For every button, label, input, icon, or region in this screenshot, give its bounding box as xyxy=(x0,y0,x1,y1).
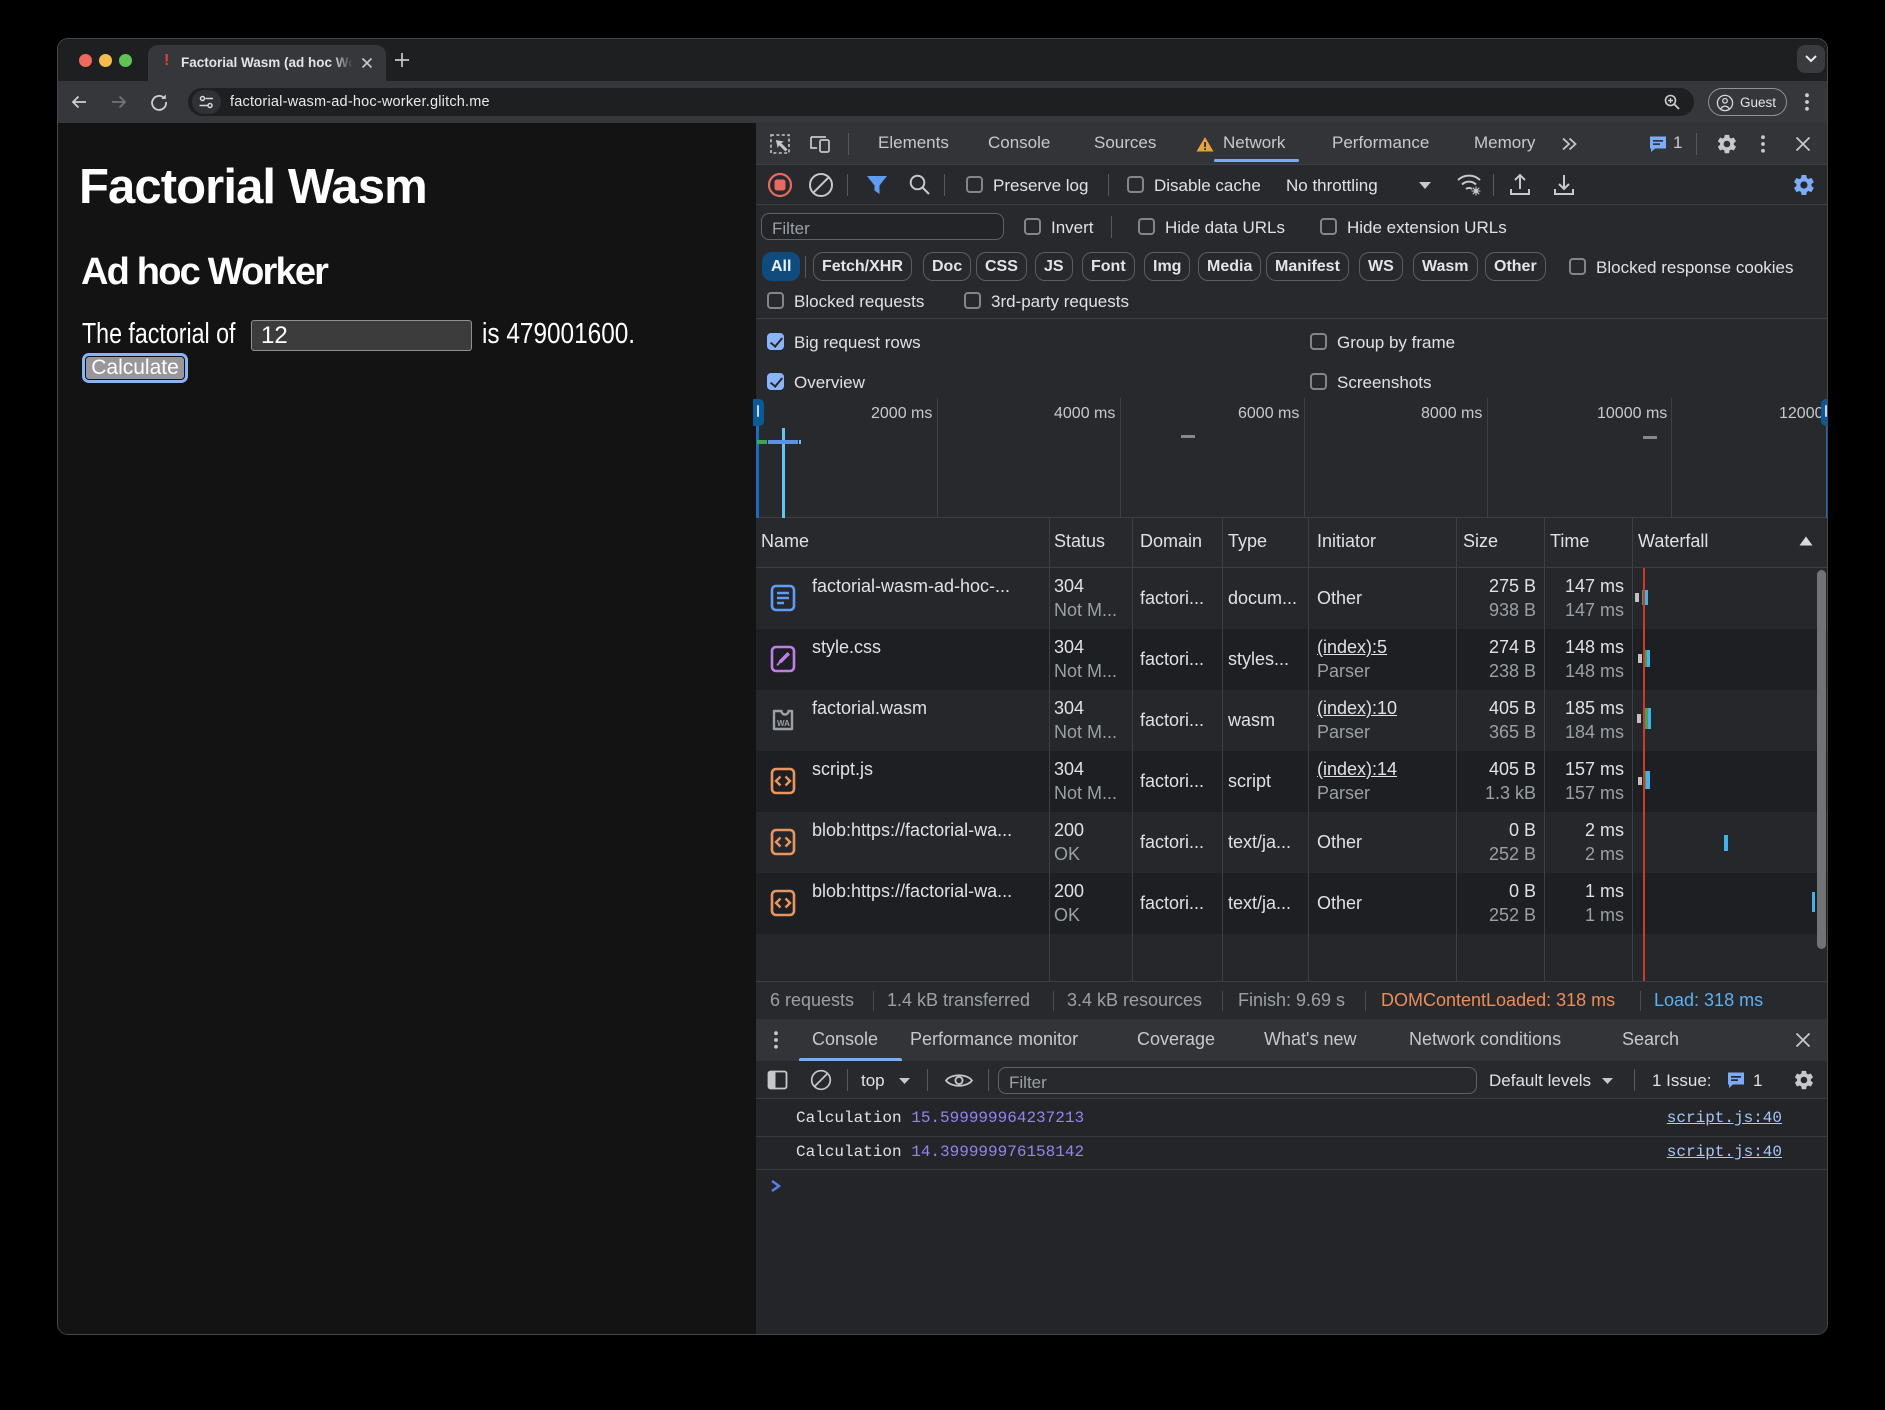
svg-text:WA: WA xyxy=(777,719,790,728)
